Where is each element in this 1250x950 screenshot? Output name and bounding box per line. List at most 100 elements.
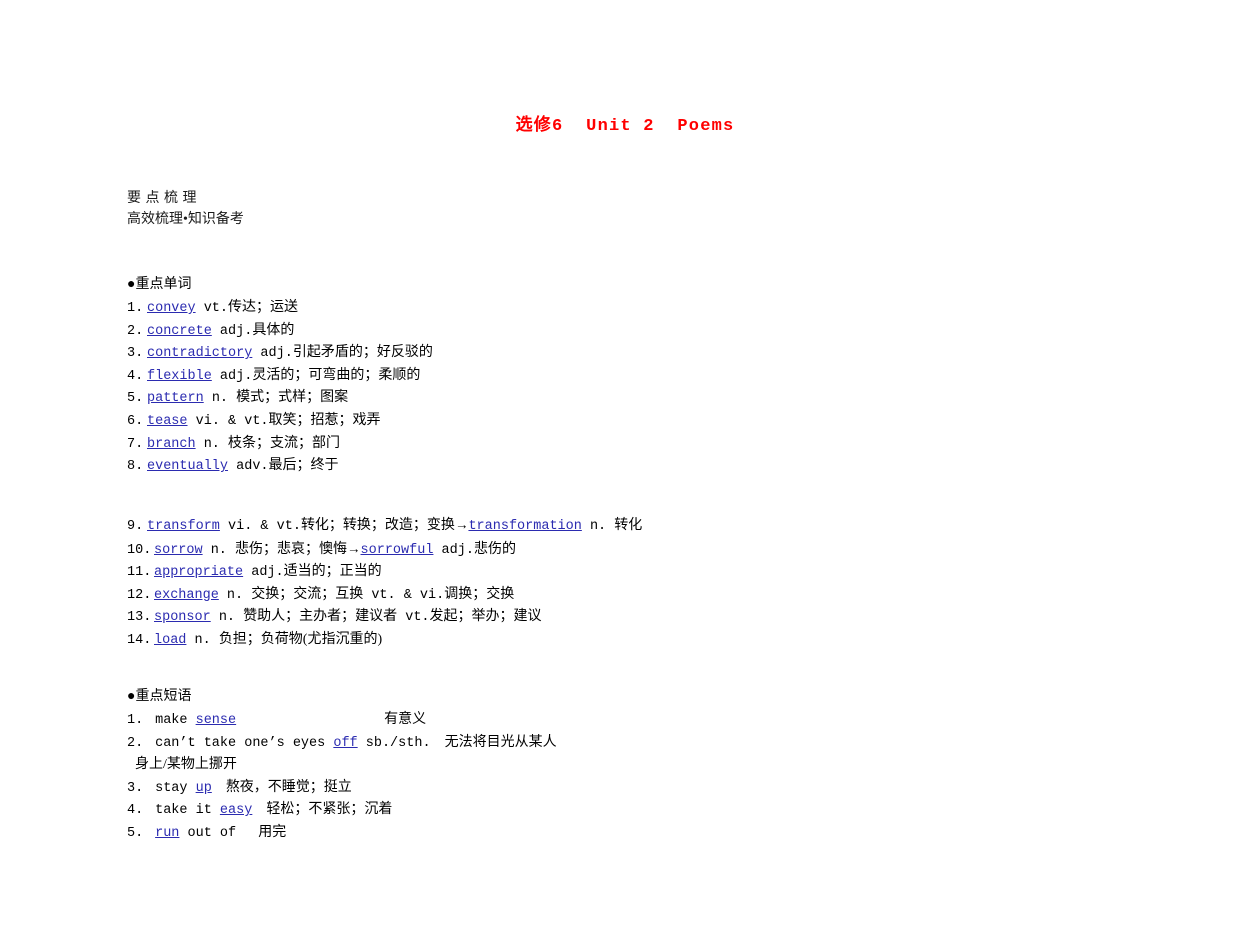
word-entry: 4. flexible adj.灵活的；可弯曲的；柔顺的 (127, 365, 433, 388)
word-entry-number: 9. (127, 519, 144, 534)
derivation-arrow-icon: → (454, 517, 469, 532)
word-entry-keyword: transform (147, 519, 220, 534)
word-entry-pos: n. (202, 542, 236, 558)
word-entry-meaning: 具体的 (252, 322, 295, 338)
word-entry: 10. sorrow n. 悲伤；悲哀；懊悔→sorrowful adj.悲伤的 (127, 538, 642, 562)
phrase-entry-number: 1. (127, 713, 144, 728)
word-entry-derived-pos: n. (581, 519, 615, 534)
word-entry-meaning: 赞助人；主办者；建议者 (243, 609, 398, 625)
word-entry: 11. appropriate adj.适当的；正当的 (127, 561, 642, 584)
phrase-entry: 2. can’t take one’s eyes off sb./sth. 无法将… (127, 732, 557, 755)
word-entry-pos: n. (210, 610, 244, 626)
word-entry-keyword: convey (147, 301, 196, 316)
word-entry-number: 7. (127, 436, 144, 452)
word-entry-derived-pos: adj. (433, 542, 474, 558)
section-heading-block: 要 点 梳 理 高效梳理•知识备考 (127, 188, 244, 230)
word-entry-pos: vt. (195, 301, 229, 316)
word-entry: 6. tease vi. & vt.取笑；招惹；戏弄 (127, 410, 433, 433)
phrase-entry-number: 3. (127, 780, 144, 796)
word-entry-derived-meaning: 转化 (614, 518, 643, 533)
word-entry-meaning: 负担；负荷物(尤指沉重的) (218, 631, 383, 647)
phrase-entry-meaning: 熬夜，不睡觉；挺立 (225, 779, 352, 795)
key-words-list-part2: 9. transform vi. & vt.转化；转换；改造；变换→transfo… (127, 514, 642, 652)
word-entry-pos: vi. & vt. (187, 413, 269, 429)
word-entry-pos: adj. (211, 368, 253, 384)
word-entry-keyword: concrete (147, 323, 212, 339)
word-entry-meaning: 传达；运送 (228, 300, 299, 315)
phrase-entry-meaning: 无法将目光从某人 (444, 734, 557, 750)
phrase-entry-keyword: run (155, 825, 180, 841)
word-entry-pos: adj. (243, 565, 284, 581)
word-entry-keyword: branch (147, 436, 196, 452)
phrase-entry: 5. run out of 用完 (127, 822, 557, 845)
word-entry: 13. sponsor n. 赞助人；主办者；建议者 vt.发起；举办；建议 (127, 606, 642, 629)
document-page: 选修6 Unit 2 Poems 要 点 梳 理 高效梳理•知识备考 ●重点单词… (0, 0, 1250, 950)
phrase-entry-meaning: 有意义 (384, 712, 427, 727)
phrase-entry-wrap-line: 身上/某物上挪开 (127, 754, 557, 777)
word-entry-number: 3. (127, 346, 144, 362)
word-entry-derived-pos: vt. (397, 610, 430, 626)
word-entry: 2. concrete adj.具体的 (127, 320, 433, 343)
phrase-entry-number: 2. (127, 735, 144, 751)
phrase-entry-prefix: make (147, 713, 196, 728)
key-phrases-group-label-wrap: ●重点短语 (127, 686, 191, 708)
word-entry-meaning: 引起矛盾的；好反驳的 (292, 345, 433, 361)
key-words-group-label-wrap: ●重点单词 (127, 274, 191, 296)
phrase-entry-keyword: easy (219, 803, 253, 819)
word-entry-number: 8. (127, 459, 144, 475)
phrase-entry: 1. make sense 有意义 (127, 709, 557, 732)
word-entry-keyword: pattern (147, 391, 204, 407)
derivation-arrow-icon: → (347, 540, 361, 556)
word-entry-meaning: 交换；交流；互换 (251, 586, 364, 602)
word-entry-number: 14. (127, 632, 152, 648)
key-words-list-part1: 1. convey vt.传达；运送 2. concrete adj.具体的 3. con… (127, 297, 433, 478)
word-entry-number: 12. (127, 587, 152, 603)
word-entry-number: 11. (127, 565, 152, 581)
word-entry-derived-meaning: 调换；交换 (444, 586, 515, 602)
phrase-entry-prefix: take it (147, 803, 220, 819)
word-entry-meaning: 转化；转换；改造；变换 (300, 518, 455, 533)
phrase-entry: 4. take it easy 轻松；不紧张；沉着 (127, 799, 557, 822)
word-entry-pos: n. (195, 436, 229, 452)
word-entry-number: 5. (127, 391, 144, 407)
word-entry-number: 6. (127, 413, 144, 429)
word-entry-pos: n. (186, 632, 219, 648)
word-entry: 8. eventually adv.最后；终于 (127, 455, 433, 478)
word-entry: 5. pattern n. 模式；式样；图案 (127, 387, 433, 410)
section-heading: 要 点 梳 理 (127, 191, 197, 206)
word-entry-meaning: 模式；式样；图案 (236, 390, 349, 406)
phrase-entry: 3. stay up 熬夜，不睡觉；挺立 (127, 777, 557, 800)
phrase-entry-prefix: stay (147, 780, 196, 796)
phrase-entry-number: 5. (127, 825, 144, 841)
page-title: 选修6 Unit 2 Poems (515, 117, 735, 136)
word-entry-keyword: sponsor (154, 610, 211, 626)
word-entry-keyword: flexible (147, 368, 212, 384)
word-entry-number: 1. (127, 301, 144, 316)
word-entry-meaning: 枝条；支流；部门 (228, 435, 341, 451)
phrase-entry-prefix: can’t take one’s eyes (147, 735, 334, 751)
word-entry-derived-keyword: transformation (468, 519, 582, 534)
word-entry-keyword: eventually (147, 459, 229, 475)
word-entry: 9. transform vi. & vt.转化；转换；改造；变换→transfo… (127, 514, 642, 538)
word-entry: 12. exchange n. 交换；交流；互换 vt. & vi.调换；交换 (127, 584, 642, 607)
word-entry-number: 2. (127, 323, 144, 339)
key-words-group-label: ●重点单词 (127, 277, 192, 292)
phrase-entry-suffix: out of (179, 825, 245, 841)
word-entry-meaning: 灵活的；可弯曲的；柔顺的 (252, 367, 421, 383)
phrase-entry-meaning: 轻松；不紧张；沉着 (266, 802, 393, 818)
key-phrases-list: 1. make sense 有意义 2. can’t take one’s eyes… (127, 709, 557, 845)
word-entry-meaning: 最后；终于 (268, 458, 339, 474)
word-entry-pos: adj. (211, 323, 253, 339)
phrase-entry-suffix: sb./sth. (357, 735, 431, 751)
word-entry-keyword: tease (147, 413, 188, 429)
word-entry-number: 13. (127, 610, 152, 626)
word-entry-keyword: sorrow (154, 542, 203, 558)
phrase-entry-meaning: 用完 (258, 824, 287, 840)
word-entry-number: 10. (127, 542, 152, 558)
word-entry-meaning: 悲伤；悲哀；懊悔 (235, 541, 348, 557)
word-entry-pos: adv. (228, 459, 269, 475)
word-entry-derived-meaning: 悲伤的 (473, 541, 516, 557)
word-entry-meaning: 适当的；正当的 (283, 564, 382, 580)
phrase-entry-prefix (147, 826, 155, 841)
word-entry-number: 4. (127, 368, 144, 384)
